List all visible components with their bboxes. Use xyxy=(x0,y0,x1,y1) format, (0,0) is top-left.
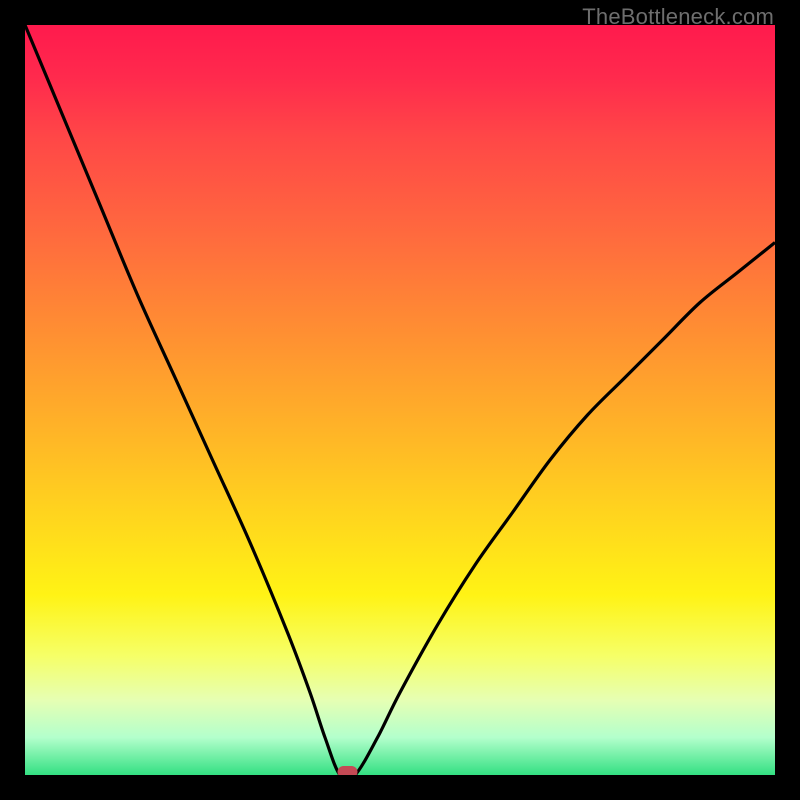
optimal-marker xyxy=(338,766,358,775)
curve-line-path xyxy=(25,25,775,775)
plot-area xyxy=(25,25,775,775)
watermark-text: TheBottleneck.com xyxy=(582,4,774,30)
bottleneck-curve xyxy=(25,25,775,775)
chart-frame: TheBottleneck.com xyxy=(0,0,800,800)
